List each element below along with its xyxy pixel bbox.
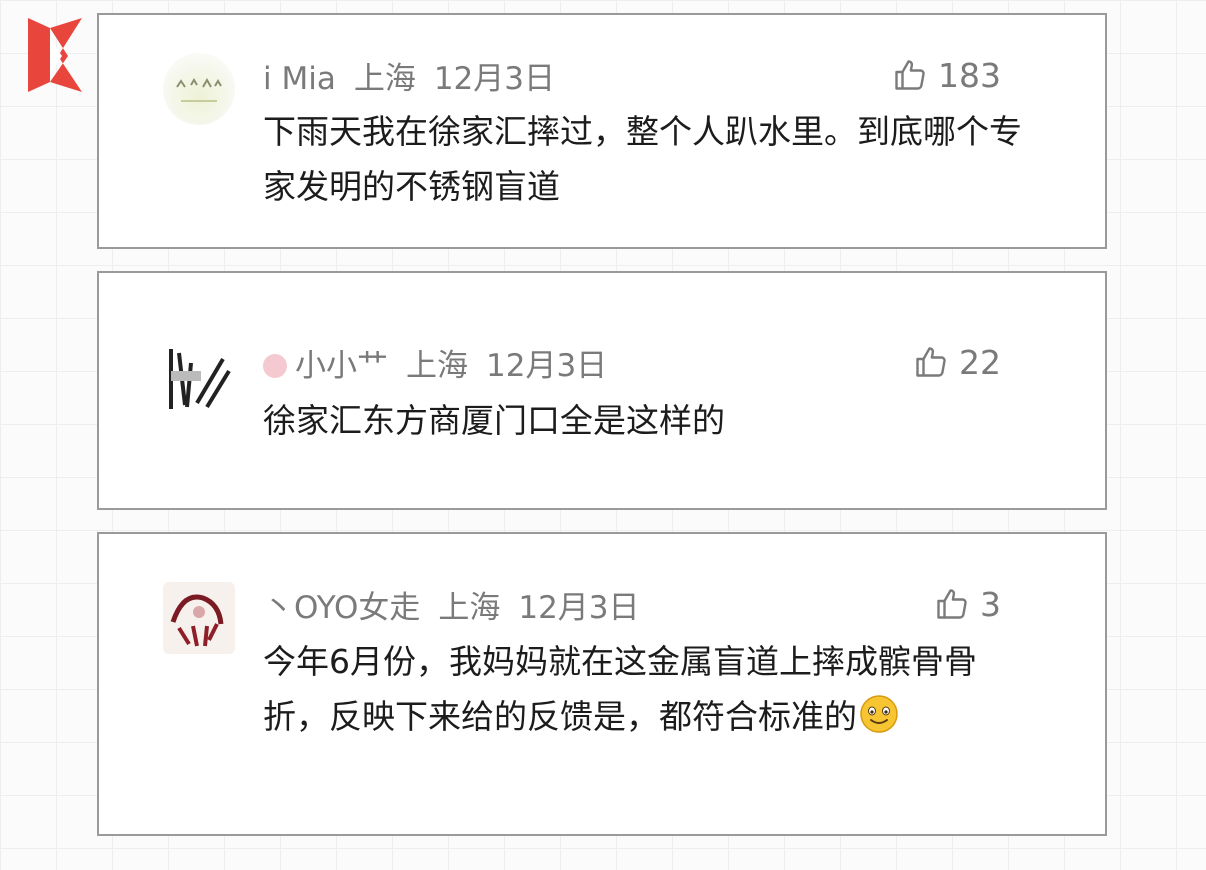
like-button[interactable]: 22 <box>913 343 1001 382</box>
location: 上海 <box>438 589 501 626</box>
location: 上海 <box>353 60 416 97</box>
comment-date: 12月3日 <box>518 589 640 626</box>
username[interactable]: 小小艹 <box>295 348 388 384</box>
comment-date: 12月3日 <box>486 347 608 384</box>
brand-logo <box>28 18 82 92</box>
location: 上海 <box>406 347 468 384</box>
thumbs-up-icon <box>937 589 967 619</box>
comment-date: 12月3日 <box>433 60 555 97</box>
comment-text: 今年6月份，我妈妈就在这金属盲道上摔成髌骨骨折，反映下来给的反馈是，都符合标准的 <box>263 642 977 736</box>
like-count: 22 <box>959 342 1001 382</box>
thumbs-up-icon <box>916 347 946 377</box>
comment-text: 徐家汇东方商厦门口全是这样的 <box>263 401 725 440</box>
username[interactable]: 丶OYO女走 <box>263 590 420 626</box>
like-count: 183 <box>938 55 1001 95</box>
username[interactable]: i Mia <box>263 61 336 97</box>
like-button[interactable]: 183 <box>892 56 1001 95</box>
thumbs-up-icon <box>895 60 925 90</box>
like-count: 3 <box>980 584 1001 624</box>
like-button[interactable]: 3 <box>934 585 1001 624</box>
comment-card: i Mia 上海 12月3日 183 下雨天我在徐家汇摔过，整个人趴水里。到底哪个专… <box>97 13 1107 249</box>
user-badge-icon <box>263 353 287 378</box>
user-avatar[interactable] <box>163 53 235 125</box>
smile-emoji-icon <box>860 695 898 733</box>
comment-card: 小小艹 上海 12月3日 22 徐家汇东方商厦门口全是这样的 <box>97 271 1107 510</box>
user-avatar[interactable] <box>163 343 235 415</box>
comment-card: 丶OYO女走 上海 12月3日 3 今年6月份，我妈妈就在这金属盲道上摔成髌骨骨折，… <box>97 532 1107 836</box>
user-avatar[interactable] <box>163 582 235 654</box>
comment-text: 下雨天我在徐家汇摔过，整个人趴水里。到底哪个专家发明的不锈钢盲道 <box>263 112 1022 206</box>
